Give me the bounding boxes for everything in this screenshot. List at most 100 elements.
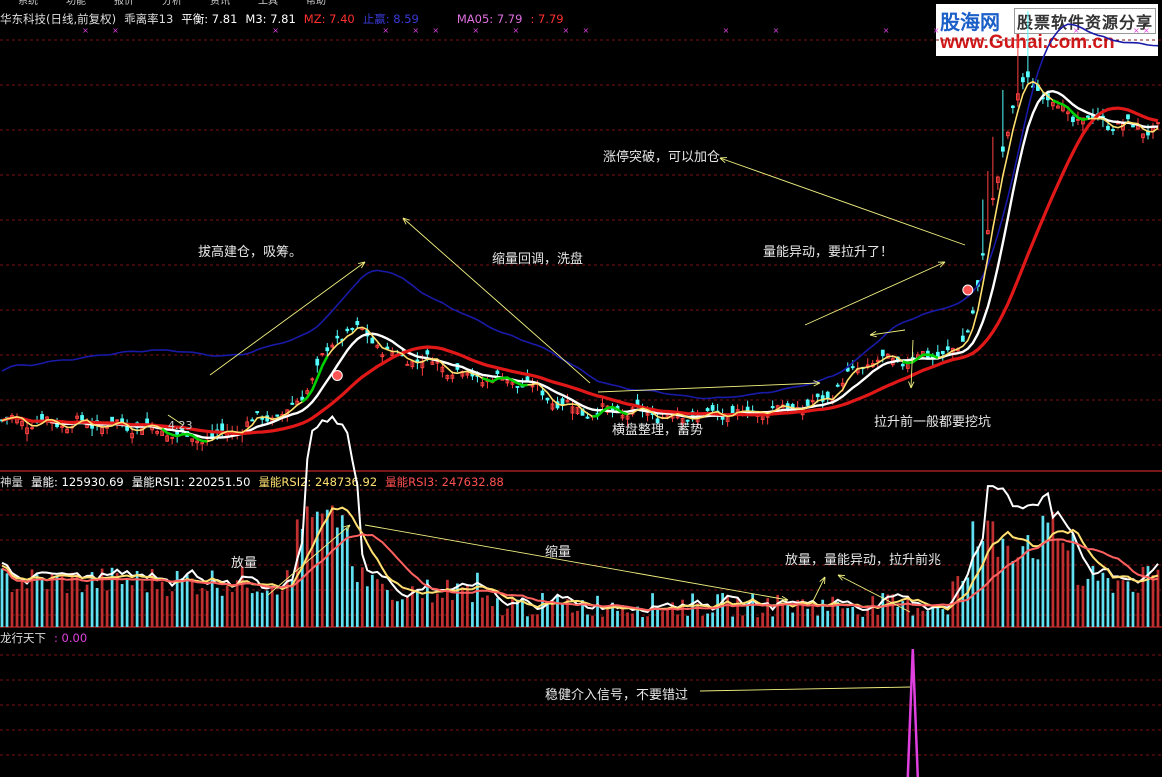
volume-bar-152 xyxy=(761,612,765,627)
volume-bar-225 xyxy=(1126,581,1130,627)
candle-body-55 xyxy=(275,414,280,417)
volume-bar-7 xyxy=(35,574,39,627)
candle-body-189 xyxy=(945,346,950,351)
volume-bar-125 xyxy=(626,612,629,627)
volume-bar-39 xyxy=(195,594,199,627)
volume-bar-40 xyxy=(200,588,204,627)
candle-body-40 xyxy=(200,442,205,445)
volume-bar-211 xyxy=(1056,539,1060,627)
volume-bar-34 xyxy=(170,591,174,627)
candle-body-214 xyxy=(1071,116,1075,123)
candle-body-70 xyxy=(350,327,355,330)
candle-body-188 xyxy=(940,350,945,355)
volume-bar-168 xyxy=(841,608,845,627)
volume-bar-107 xyxy=(536,614,539,627)
candle-body-105 xyxy=(525,376,530,382)
candle-body-141 xyxy=(705,408,710,412)
volume-bar-154 xyxy=(771,616,775,627)
top-x-marker-13: × xyxy=(112,26,119,35)
volume-bar-56 xyxy=(280,590,284,627)
top-x-marker-9: × xyxy=(472,26,479,35)
volume-bar-43 xyxy=(215,587,219,627)
volume-bar-67 xyxy=(335,527,339,627)
volume-bar-151 xyxy=(756,617,760,627)
candle-body-74 xyxy=(370,337,375,344)
candle-body-25 xyxy=(125,426,129,431)
candle-body-180 xyxy=(900,363,905,367)
volume-bar-44 xyxy=(220,595,224,627)
volume-bar-66 xyxy=(330,505,334,627)
arrow-entry-signal xyxy=(699,686,911,692)
volume-bar-146 xyxy=(731,616,735,627)
volume-bar-165 xyxy=(826,610,830,627)
volume-bar-197 xyxy=(986,520,990,627)
candle-body-165 xyxy=(825,391,830,399)
volume-bar-224 xyxy=(1121,580,1125,627)
candle-body-65 xyxy=(325,347,330,352)
annotation-volume-up: 放量 xyxy=(231,556,258,571)
volume-bar-106 xyxy=(531,614,534,627)
vol-rsi3-line xyxy=(1,533,1159,612)
volume-bar-194 xyxy=(971,521,975,627)
candle-body-99 xyxy=(495,370,500,375)
candle-body-198 xyxy=(990,198,995,201)
volume-bar-86 xyxy=(431,602,434,627)
volume-bar-172 xyxy=(861,616,865,627)
volume-bar-110 xyxy=(551,601,554,627)
top-x-marker-8: × xyxy=(272,26,279,35)
volume-bar-145 xyxy=(726,594,729,627)
candle-body-69 xyxy=(345,328,350,332)
candle-body-16 xyxy=(80,415,84,421)
candle-body-192 xyxy=(960,335,965,342)
volume-bar-188 xyxy=(941,609,945,627)
volume-bar-65 xyxy=(325,509,329,627)
candle-body-81 xyxy=(405,363,410,366)
volume-bar-76 xyxy=(380,583,384,627)
volume-bar-169 xyxy=(846,608,850,627)
candle-body-117 xyxy=(585,416,590,419)
volume-bar-123 xyxy=(616,610,619,627)
volume-bar-31 xyxy=(155,589,159,627)
volume-bar-1 xyxy=(5,573,9,627)
top-x-marker-10: × xyxy=(723,26,730,35)
volume-bar-9 xyxy=(45,589,49,627)
volume-bar-193 xyxy=(966,577,970,627)
candle-body-226 xyxy=(1131,125,1135,128)
volume-bar-223 xyxy=(1116,580,1120,627)
candle-body-71 xyxy=(355,321,360,326)
volume-bar-36 xyxy=(180,578,184,627)
volume-bar-129 xyxy=(646,616,649,627)
volume-bar-139 xyxy=(696,603,699,627)
volume-bar-121 xyxy=(606,609,609,627)
top-x-marker-7: × xyxy=(1133,26,1140,35)
top-x-marker-0: × xyxy=(1143,26,1150,35)
volume-bar-84 xyxy=(420,598,424,627)
volume-bar-114 xyxy=(571,612,574,627)
volume-bar-78 xyxy=(390,599,394,627)
volume-bar-207 xyxy=(1036,559,1040,627)
volume-bar-192 xyxy=(961,580,965,627)
volume-bar-100 xyxy=(501,615,504,627)
volume-bar-140 xyxy=(701,615,704,627)
volume-bar-38 xyxy=(190,578,194,627)
volume-bar-147 xyxy=(736,597,740,627)
volume-bar-46 xyxy=(230,591,234,627)
candle-body-225 xyxy=(1126,114,1130,120)
candle-body-170 xyxy=(850,366,855,369)
candle-body-103 xyxy=(515,385,520,388)
annotation-volume-anomaly: 量能异动，要拉升了！ xyxy=(763,245,894,260)
candle-body-215 xyxy=(1076,118,1080,121)
volume-bar-16 xyxy=(80,592,84,627)
volume-bar-101 xyxy=(506,608,509,627)
top-x-marker-1: × xyxy=(82,26,89,35)
candle-body-146 xyxy=(730,406,735,414)
volume-bar-11 xyxy=(55,576,59,627)
volume-bar-202 xyxy=(1011,561,1015,627)
volume-bar-72 xyxy=(360,567,364,627)
candle-body-221 xyxy=(1106,125,1110,130)
annotation-breakout: 涨停突破，可以加仓 xyxy=(603,150,721,165)
volume-bar-55 xyxy=(275,594,279,627)
annotation-accumulate: 拔高建仓，吸筹。 xyxy=(198,245,303,260)
volume-bar-33 xyxy=(165,596,169,627)
volume-bar-28 xyxy=(140,581,144,627)
